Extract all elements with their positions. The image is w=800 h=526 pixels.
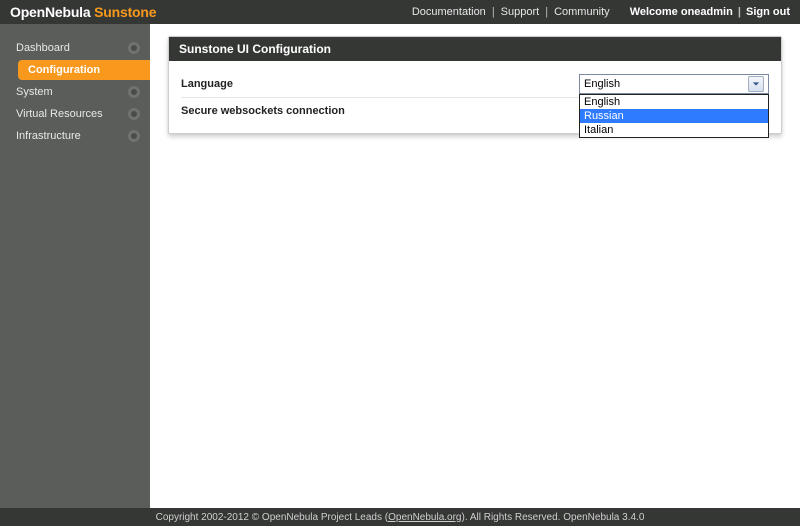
- sidebar: Dashboard Configuration System Virtual R…: [0, 24, 150, 508]
- expand-icon: [128, 108, 140, 120]
- footer-link[interactable]: OpenNebula.org: [388, 512, 461, 523]
- expand-icon: [128, 130, 140, 142]
- brand-primary: OpenNebula: [10, 4, 90, 20]
- welcome-user: oneadmin: [681, 6, 733, 18]
- footer-text-post: ). All Rights Reserved. OpenNebula 3.4.0: [462, 512, 645, 523]
- panel-body: Language English EnglishRussianItalian: [169, 61, 781, 133]
- link-support[interactable]: Support: [501, 6, 540, 18]
- language-select-display[interactable]: English: [579, 74, 769, 94]
- chevron-down-icon: [748, 76, 764, 92]
- separator: |: [736, 6, 743, 18]
- sidebar-item-configuration[interactable]: Configuration: [18, 60, 150, 80]
- sidebar-item-infrastructure[interactable]: Infrastructure: [6, 126, 150, 146]
- footer-text-pre: Copyright 2002-2012 © OpenNebula Project…: [156, 512, 389, 523]
- sidebar-item-dashboard[interactable]: Dashboard: [6, 38, 150, 58]
- sidebar-item-label: Configuration: [28, 64, 100, 76]
- content-area: Sunstone UI Configuration Language Engli…: [150, 24, 800, 508]
- sidebar-item-label: Dashboard: [16, 42, 70, 54]
- row-label-language: Language: [181, 78, 233, 90]
- brand: OpenNebula Sunstone: [10, 4, 156, 20]
- welcome-prefix: Welcome: [630, 6, 681, 18]
- expand-icon: [128, 42, 140, 54]
- sidebar-item-label: System: [16, 86, 53, 98]
- link-signout[interactable]: Sign out: [746, 6, 790, 18]
- sidebar-item-virtual-resources[interactable]: Virtual Resources: [6, 104, 150, 124]
- language-option[interactable]: Russian: [580, 109, 768, 123]
- row-control-language: English EnglishRussianItalian: [579, 74, 769, 94]
- separator: |: [543, 6, 550, 18]
- config-panel: Sunstone UI Configuration Language Engli…: [168, 36, 782, 134]
- expand-icon: [128, 86, 140, 98]
- main-area: Dashboard Configuration System Virtual R…: [0, 24, 800, 508]
- top-links: Documentation | Support | Community Welc…: [412, 6, 790, 18]
- language-select[interactable]: English EnglishRussianItalian: [579, 74, 769, 94]
- welcome-block: Welcome oneadmin | Sign out: [630, 6, 790, 18]
- brand-accent: Sunstone: [90, 4, 156, 20]
- language-options-list: EnglishRussianItalian: [579, 94, 769, 138]
- separator: |: [490, 6, 497, 18]
- row-language: Language English EnglishRussianItalian: [181, 71, 769, 97]
- language-option[interactable]: Italian: [580, 123, 768, 137]
- language-option[interactable]: English: [580, 95, 768, 109]
- sidebar-item-label: Infrastructure: [16, 130, 81, 142]
- link-community[interactable]: Community: [554, 6, 610, 18]
- panel-title: Sunstone UI Configuration: [169, 37, 781, 61]
- sidebar-item-label: Virtual Resources: [16, 108, 103, 120]
- sidebar-item-system[interactable]: System: [6, 82, 150, 102]
- link-documentation[interactable]: Documentation: [412, 6, 486, 18]
- row-label-wss: Secure websockets connection: [181, 105, 345, 117]
- footer-bar: Copyright 2002-2012 © OpenNebula Project…: [0, 508, 800, 526]
- language-select-value: English: [584, 78, 620, 90]
- top-bar: OpenNebula Sunstone Documentation | Supp…: [0, 0, 800, 24]
